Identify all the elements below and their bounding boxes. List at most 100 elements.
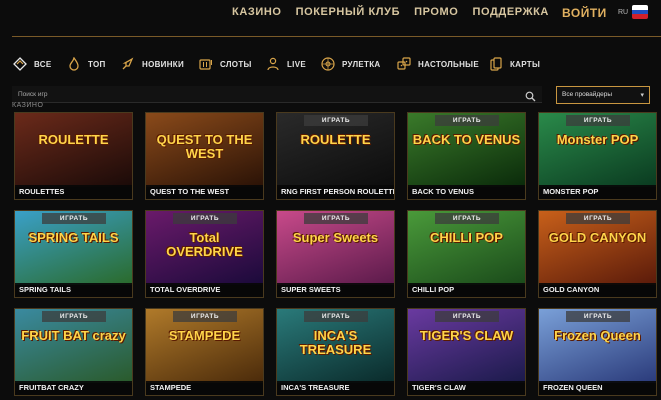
tab-roulette[interactable]: РУЛЕТКА	[320, 52, 381, 76]
tab-new[interactable]: НОВИНКИ	[120, 52, 184, 76]
menu-poker-club[interactable]: ПОКЕРНЫЙ КЛУБ	[296, 6, 401, 18]
category-tabs: ВСЕ ТОП НОВИНКИ СЛОТЫ LIVE РУЛЕТКА НАСТО…	[0, 52, 661, 78]
game-card[interactable]: Super Sweets ИГРАТЬ SUPER SWEETS	[276, 210, 395, 298]
tab-label: LIVE	[287, 59, 306, 69]
game-logo: QUEST TO THE WEST	[156, 132, 253, 161]
play-button[interactable]: ИГРАТЬ	[435, 115, 499, 126]
play-button[interactable]: ИГРАТЬ	[304, 115, 368, 126]
game-logo: Frozen Queen	[554, 328, 641, 343]
game-title: CHILLI POP	[408, 283, 525, 297]
language-code[interactable]: RU	[618, 9, 628, 16]
game-logo: Super Sweets	[292, 230, 379, 245]
tab-table-games[interactable]: НАСТОЛЬНЫЕ	[396, 52, 479, 76]
play-button[interactable]: ИГРАТЬ	[566, 213, 630, 224]
game-title: FRUITBAT CRAZY	[15, 381, 132, 395]
menu-casino[interactable]: КАЗИНО	[232, 6, 282, 18]
tab-label: НОВИНКИ	[142, 59, 185, 69]
tab-label: СЛОТЫ	[220, 59, 252, 69]
tab-cards[interactable]: КАРТЫ	[488, 52, 540, 76]
game-title: SPRING TAILS	[15, 283, 132, 297]
tab-top[interactable]: ТОП	[66, 52, 106, 76]
game-card[interactable]: QUEST TO THE WEST QUEST TO THE WEST	[145, 112, 264, 200]
game-logo: STAMPEDE	[168, 328, 241, 343]
game-card[interactable]: GOLD CANYON ИГРАТЬ GOLD CANYON	[538, 210, 657, 298]
game-title: RNG FIRST PERSON ROULETTE	[277, 185, 394, 199]
play-button[interactable]: ИГРАТЬ	[566, 115, 630, 126]
game-card[interactable]: Frozen Queen ИГРАТЬ FROZEN QUEEN	[538, 308, 657, 396]
tab-label: ТОП	[88, 59, 106, 69]
play-button[interactable]: ИГРАТЬ	[435, 311, 499, 322]
tab-live[interactable]: LIVE	[265, 52, 306, 76]
game-title: TOTAL OVERDRIVE	[146, 283, 263, 297]
slot-machine-icon	[198, 56, 214, 72]
tab-label: ВСЕ	[34, 59, 52, 69]
game-logo: INCA'S TREASURE	[299, 328, 372, 357]
game-logo: ROULETTE	[300, 132, 371, 147]
russia-flag-icon[interactable]	[632, 5, 648, 19]
game-card[interactable]: Monster POP ИГРАТЬ MONSTER POP	[538, 112, 657, 200]
game-logo: TIGER'S CLAW	[419, 328, 514, 343]
play-button[interactable]: ИГРАТЬ	[42, 213, 106, 224]
game-logo: FRUIT BAT crazy	[21, 328, 126, 343]
game-logo: BACK TO VENUS	[412, 132, 521, 147]
header-divider	[12, 36, 661, 37]
provider-selected: Все провайдеры	[562, 91, 613, 98]
roulette-icon	[320, 56, 336, 72]
game-logo: ROULETTE	[38, 132, 109, 147]
game-thumbnail[interactable]: ROULETTE	[15, 113, 132, 187]
game-title: QUEST TO THE WEST	[146, 185, 263, 199]
game-title: FROZEN QUEEN	[539, 381, 656, 395]
dice-icon	[396, 56, 412, 72]
login-button[interactable]: ВОЙТИ	[562, 6, 607, 20]
game-card[interactable]: STAMPEDE ИГРАТЬ STAMPEDE	[145, 308, 264, 396]
game-title: INCA'S TREASURE	[277, 381, 394, 395]
section-title: КАЗИНО	[12, 102, 44, 109]
play-button[interactable]: ИГРАТЬ	[566, 311, 630, 322]
game-title: BACK TO VENUS	[408, 185, 525, 199]
play-button[interactable]: ИГРАТЬ	[304, 213, 368, 224]
game-card[interactable]: INCA'S TREASURE ИГРАТЬ INCA'S TREASURE	[276, 308, 395, 396]
game-logo: GOLD CANYON	[548, 230, 647, 245]
game-title: SUPER SWEETS	[277, 283, 394, 297]
game-card[interactable]: BACK TO VENUS ИГРАТЬ BACK TO VENUS	[407, 112, 526, 200]
game-card[interactable]: TIGER'S CLAW ИГРАТЬ TIGER'S CLAW	[407, 308, 526, 396]
game-logo: Monster POP	[556, 132, 639, 147]
game-title: MONSTER POP	[539, 185, 656, 199]
game-logo: SPRING TAILS	[28, 230, 119, 245]
game-card[interactable]: ROULETTE ROULETTES	[14, 112, 133, 200]
tab-all[interactable]: ВСЕ	[12, 52, 52, 76]
dealer-icon	[265, 56, 281, 72]
play-button[interactable]: ИГРАТЬ	[42, 311, 106, 322]
game-card[interactable]: Total OVERDRIVE ИГРАТЬ TOTAL OVERDRIVE	[145, 210, 264, 298]
game-logo: CHILLI POP	[430, 230, 503, 245]
game-title: TIGER'S CLAW	[408, 381, 525, 395]
tab-label: КАРТЫ	[510, 59, 541, 69]
provider-select[interactable]: Все провайдеры ▾	[556, 86, 650, 104]
tab-label: РУЛЕТКА	[342, 59, 381, 69]
tab-label: НАСТОЛЬНЫЕ	[418, 59, 479, 69]
game-card[interactable]: ROULETTE ИГРАТЬ RNG FIRST PERSON ROULETTE	[276, 112, 395, 200]
game-card[interactable]: FRUIT BAT crazy ИГРАТЬ FRUITBAT CRAZY	[14, 308, 133, 396]
tab-slots[interactable]: СЛОТЫ	[198, 52, 252, 76]
menu-support[interactable]: ПОДДЕРЖКА	[472, 6, 549, 18]
play-button[interactable]: ИГРАТЬ	[304, 311, 368, 322]
top-nav: КАЗИНО ПОКЕРНЫЙ КЛУБ ПРОМО ПОДДЕРЖКА ВОЙ…	[0, 0, 661, 38]
game-card[interactable]: SPRING TAILS ИГРАТЬ SPRING TAILS	[14, 210, 133, 298]
search-icon[interactable]	[525, 89, 536, 102]
rocket-icon	[120, 56, 136, 72]
game-title: GOLD CANYON	[539, 283, 656, 297]
game-thumbnail[interactable]: QUEST TO THE WEST	[146, 113, 263, 187]
diamond-icon	[12, 56, 28, 72]
flame-icon	[66, 56, 82, 72]
menu-promo[interactable]: ПРОМО	[414, 6, 458, 18]
play-button[interactable]: ИГРАТЬ	[173, 213, 237, 224]
chevron-down-icon: ▾	[640, 92, 644, 99]
play-button[interactable]: ИГРАТЬ	[435, 213, 499, 224]
main-menu: КАЗИНО ПОКЕРНЫЙ КЛУБ ПРОМО ПОДДЕРЖКА	[232, 6, 549, 18]
search-input[interactable]	[18, 88, 508, 101]
game-title: ROULETTES	[15, 185, 132, 199]
cards-icon	[488, 56, 504, 72]
game-title: STAMPEDE	[146, 381, 263, 395]
game-card[interactable]: CHILLI POP ИГРАТЬ CHILLI POP	[407, 210, 526, 298]
play-button[interactable]: ИГРАТЬ	[173, 311, 237, 322]
